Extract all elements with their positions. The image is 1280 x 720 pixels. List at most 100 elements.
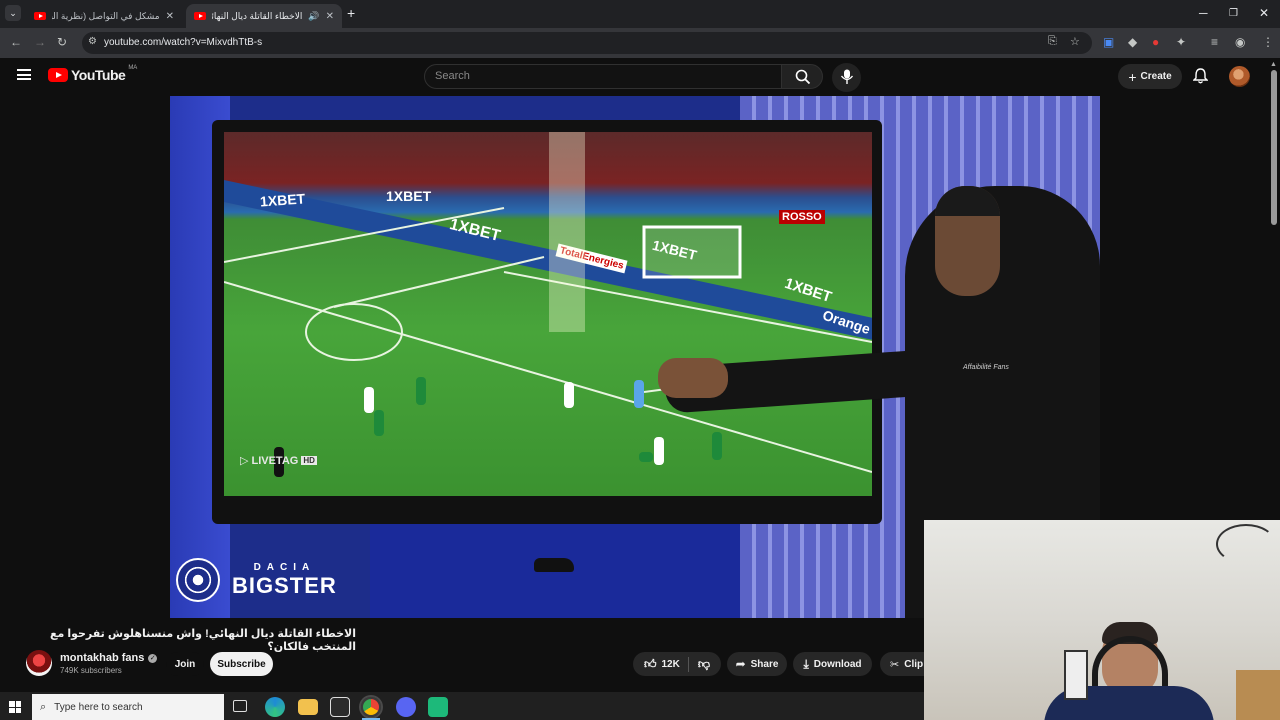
channel-name[interactable]: montakhab fans [60, 652, 144, 664]
close-tab-icon[interactable]: ✕ [326, 11, 334, 22]
channel-avatar[interactable] [26, 650, 52, 676]
plus-icon: + [1128, 68, 1137, 85]
clip-label: Clip [904, 658, 924, 670]
page-scrollbar[interactable] [1271, 70, 1277, 225]
player-figure [639, 452, 653, 462]
player-figure [634, 380, 644, 408]
record-extension-icon[interactable]: ● [1152, 35, 1159, 49]
player-figure [654, 437, 664, 465]
forward-arrow-icon[interactable]: → [34, 35, 46, 49]
download-icon: ⤓ [803, 656, 809, 671]
media-control-icon[interactable]: ≡ [1211, 35, 1218, 49]
player-figure [564, 382, 574, 408]
subscribe-label: Subscribe [217, 658, 266, 670]
search-input[interactable]: Search [424, 64, 782, 89]
create-button[interactable]: + Create [1118, 64, 1182, 89]
url-text: youtube.com/watch?v=MixvdhTtB-s [104, 37, 263, 48]
sponsor-brand-top: DACIA [253, 561, 316, 573]
webcam-overlay [924, 520, 1280, 720]
join-button[interactable]: Join [166, 652, 204, 676]
thumbs-up-icon: 👍︎ [643, 656, 657, 671]
watermark-hd: HD [301, 456, 317, 465]
match-replay-image: 1XBET 1XBET 1XBET 1XBET 1XBET TotalEnerg… [224, 132, 872, 496]
chat-app-icon[interactable] [428, 697, 448, 717]
share-arrow-icon: ➦ [735, 657, 746, 671]
region-code: MA [128, 65, 138, 71]
youtube-favicon-icon [194, 12, 206, 20]
edge-browser-icon[interactable] [265, 697, 285, 717]
audio-playing-icon[interactable]: 🔊 [308, 11, 319, 22]
notifications-bell-icon[interactable] [1192, 68, 1209, 89]
car-model-icon [534, 558, 574, 572]
search-button[interactable] [781, 64, 823, 89]
voice-search-button[interactable] [832, 63, 861, 92]
address-bar[interactable]: ⚙ youtube.com/watch?v=MixvdhTtB-s ⎘ ☆ [82, 32, 1092, 54]
install-app-icon[interactable]: ⎘ [1048, 35, 1057, 48]
discord-app-icon[interactable] [396, 697, 416, 717]
player-figure [712, 432, 722, 460]
like-dislike-group: 👍︎ 12K 👎︎ [633, 652, 721, 676]
watermark-text: LIVETAG [251, 454, 299, 467]
sponsor-brand: BIGSTER [232, 572, 337, 598]
subscribe-button[interactable]: Subscribe [210, 652, 273, 676]
browser-tab[interactable]: مشكل في التواصل (نظرية البراك... ✕ [26, 4, 182, 28]
tab-title: مشكل في التواصل (نظرية البراك... [52, 10, 160, 21]
translate-extension-icon[interactable]: ▣ [1103, 35, 1114, 49]
join-label: Join [174, 658, 196, 670]
taskbar-search-placeholder: Type here to search [54, 701, 143, 713]
back-arrow-icon[interactable]: ← [10, 35, 22, 49]
search-icon [795, 69, 811, 85]
site-info-icon[interactable]: ⚙ [88, 36, 97, 47]
like-count: 12K [661, 658, 680, 670]
livetag-watermark: ▷ LIVETAG HD [240, 454, 317, 467]
youtube-favicon-icon [34, 12, 46, 20]
youtube-logo[interactable]: YouTube MA [48, 65, 138, 83]
thumbs-down-icon[interactable]: 👎︎ [694, 657, 710, 672]
browser-menu-icon[interactable]: ⋮ [1262, 35, 1274, 49]
extension-icon[interactable]: ◆ [1128, 35, 1137, 49]
minimize-window-icon[interactable]: ─ [1199, 6, 1208, 20]
browser-tab-strip: ⌄ مشكل في التواصل (نظرية البراك... ✕ الا… [0, 0, 1280, 28]
extensions-puzzle-icon[interactable]: ✦ [1176, 35, 1186, 49]
verified-check-icon: ✓ [148, 653, 158, 663]
video-title: الاخطاء القاتلة ديال النهائي! واش منسناه… [49, 628, 356, 653]
reload-icon[interactable]: ↻ [57, 35, 67, 49]
close-window-icon[interactable]: ✕ [1259, 6, 1269, 20]
profile-icon[interactable]: ◉ [1235, 35, 1245, 49]
share-button[interactable]: ➦ Share [727, 652, 787, 676]
windows-start-icon[interactable] [9, 701, 21, 713]
presenter-head [935, 186, 1000, 296]
tab-title: الاخطاء القاتلة ديال النهائي! و [212, 10, 303, 21]
subscriber-count: 749K subscribers [60, 666, 122, 675]
file-explorer-icon[interactable] [298, 699, 318, 715]
chrome-browser-icon[interactable] [361, 697, 381, 717]
wall-cable [1216, 524, 1276, 564]
browser-tab-active[interactable]: الاخطاء القاتلة ديال النهائي! و 🔊 ✕ [186, 4, 342, 28]
taskbar-search-box[interactable]: ⌕ Type here to search [32, 694, 224, 720]
football-emblem-icon [176, 558, 220, 602]
tv-stand [370, 524, 740, 618]
download-label: Download [813, 658, 862, 670]
search-icon: ⌕ [40, 700, 47, 713]
player-figure [364, 387, 374, 413]
pitch-lines [224, 132, 872, 473]
close-tab-icon[interactable]: ✕ [166, 11, 174, 22]
download-button[interactable]: ⤓ Download [793, 652, 872, 676]
hoodie-text: Affaibilité Fans [963, 364, 1009, 371]
player-figure [374, 410, 384, 436]
youtube-logo-text: YouTube [71, 67, 126, 83]
channel-info: montakhab fans ✓ 749K subscribers [60, 652, 158, 675]
bookmark-star-icon[interactable]: ☆ [1070, 35, 1080, 48]
share-label: Share [750, 658, 779, 670]
restore-window-icon[interactable]: ❐ [1229, 8, 1238, 19]
like-button[interactable]: 👍︎ 12K [643, 656, 689, 672]
task-view-icon[interactable] [233, 700, 247, 712]
play-outline-icon: ▷ [240, 455, 249, 467]
hamburger-menu-icon[interactable] [17, 69, 31, 80]
account-avatar[interactable] [1229, 66, 1250, 87]
scroll-up-arrow-icon[interactable]: ▲ [1270, 61, 1277, 68]
microsoft-store-icon[interactable] [330, 697, 350, 717]
new-tab-button[interactable]: + [347, 5, 355, 21]
scissors-icon: ✂ [890, 658, 900, 671]
tab-search-button[interactable]: ⌄ [5, 5, 21, 21]
